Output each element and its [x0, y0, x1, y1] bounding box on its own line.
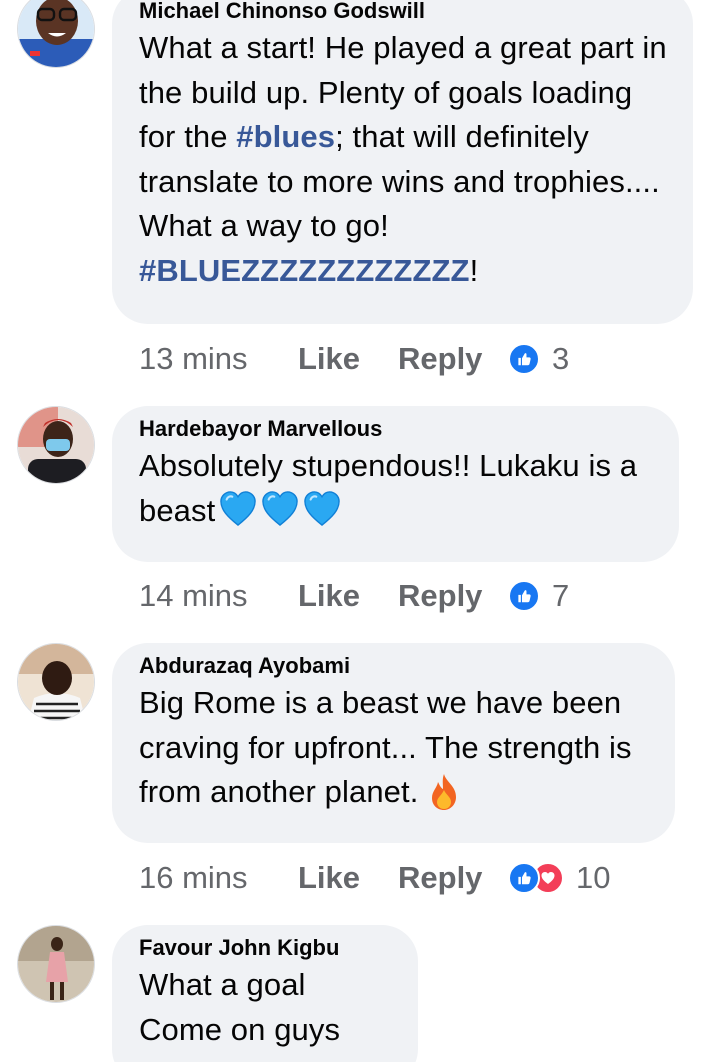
reaction-count: 7 — [552, 578, 570, 613]
comment-text: What a start! He played a great part in … — [139, 26, 667, 293]
comment-bubble: Hardebayor Marvellous Absolutely stupend… — [112, 406, 679, 562]
like-icon — [508, 862, 540, 894]
comment-text-line: Come on guys — [139, 1011, 341, 1047]
reaction-count: 10 — [576, 860, 611, 895]
blue-heart-icon — [219, 491, 257, 527]
comment-author[interactable]: Michael Chinonso Godswill — [139, 0, 667, 26]
like-button[interactable]: Like — [298, 341, 398, 377]
comment-text-segment: Absolutely stupendous!! Lukaku is a beas… — [139, 448, 638, 528]
comment-text: What a goal Come on guys — [139, 963, 392, 1052]
hashtag-link[interactable]: #blues — [236, 119, 335, 154]
comment-author[interactable]: Abdurazaq Ayobami — [139, 651, 649, 681]
timestamp[interactable]: 13 mins — [139, 341, 298, 377]
comment-actions: 14 mins Like Reply 7 — [139, 576, 569, 616]
reply-button[interactable]: Reply — [398, 860, 508, 896]
timestamp[interactable]: 14 mins — [139, 578, 298, 614]
comment-text: Big Rome is a beast we have been craving… — [139, 681, 649, 815]
comment-author[interactable]: Favour John Kigbu — [139, 933, 392, 963]
hashtag-link[interactable]: #BLUEZZZZZZZZZZZZ — [139, 253, 470, 288]
comment-author[interactable]: Hardebayor Marvellous — [139, 414, 653, 444]
reaction-summary[interactable]: 10 — [508, 860, 610, 896]
like-icon — [508, 343, 540, 375]
comment-text-segment: ! — [469, 252, 479, 288]
comment-text: Absolutely stupendous!! Lukaku is a beas… — [139, 444, 653, 533]
timestamp[interactable]: 16 mins — [139, 860, 298, 896]
avatar[interactable] — [17, 0, 95, 68]
like-button[interactable]: Like — [298, 578, 398, 614]
like-icon — [508, 580, 540, 612]
avatar[interactable] — [17, 925, 95, 1003]
comment-bubble: Abdurazaq Ayobami Big Rome is a beast we… — [112, 643, 675, 843]
reaction-summary[interactable]: 7 — [508, 578, 569, 614]
avatar[interactable] — [17, 406, 95, 484]
comment-actions: 16 mins Like Reply 10 — [139, 858, 610, 898]
fire-icon — [432, 774, 457, 810]
like-button[interactable]: Like — [298, 860, 398, 896]
avatar[interactable] — [17, 643, 95, 721]
blue-heart-icon — [261, 491, 299, 527]
comment-text-segment: Big Rome is a beast we have been craving… — [139, 685, 632, 809]
comment-bubble: Michael Chinonso Godswill What a start! … — [112, 0, 693, 324]
comment-actions: 13 mins Like Reply 3 — [139, 339, 569, 379]
reply-button[interactable]: Reply — [398, 341, 508, 377]
comment-bubble: Favour John Kigbu What a goal Come on gu… — [112, 925, 418, 1062]
comment-text-line: What a goal — [139, 967, 306, 1002]
reaction-count: 3 — [552, 341, 570, 376]
reply-button[interactable]: Reply — [398, 578, 508, 614]
blue-heart-icon — [303, 491, 341, 527]
reaction-summary[interactable]: 3 — [508, 341, 569, 377]
